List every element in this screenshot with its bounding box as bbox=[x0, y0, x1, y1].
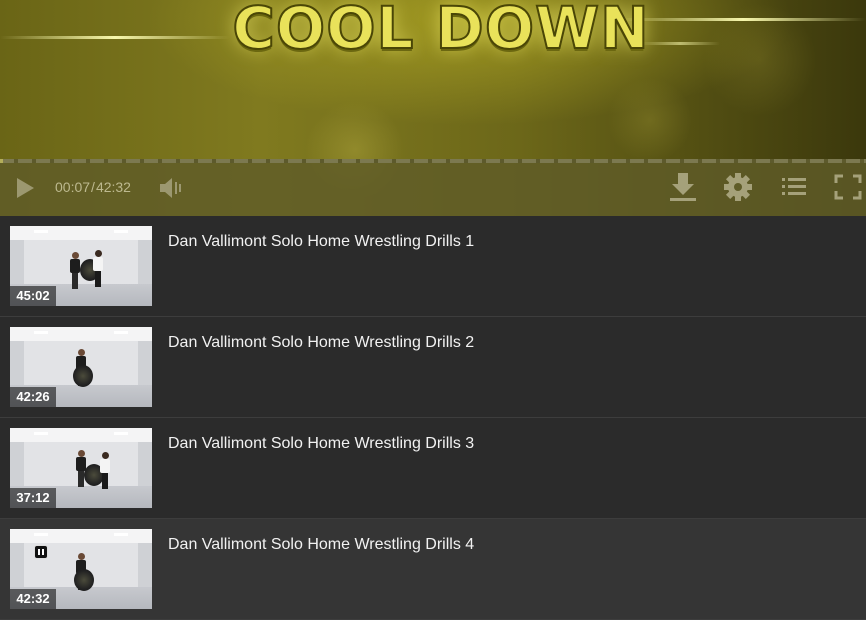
download-button[interactable] bbox=[668, 170, 698, 204]
playlist-item[interactable]: 42:26 Dan Vallimont Solo Home Wrestling … bbox=[0, 317, 866, 418]
thumbnail-person bbox=[70, 252, 80, 289]
video-thumbnail[interactable]: 42:26 bbox=[10, 327, 152, 407]
fullscreen-icon bbox=[834, 174, 862, 200]
playlist-item-active[interactable]: 42:32 Dan Vallimont Solo Home Wrestling … bbox=[0, 519, 866, 620]
playlist-item-title: Dan Vallimont Solo Home Wrestling Drills… bbox=[168, 334, 475, 351]
playlist-item-title: Dan Vallimont Solo Home Wrestling Drills… bbox=[168, 435, 475, 452]
thumbnail-ceiling bbox=[10, 327, 152, 342]
thumbnail-wall bbox=[138, 442, 152, 486]
thumbnail-lamp bbox=[114, 432, 128, 435]
thumbnail-lamp bbox=[34, 230, 48, 233]
thumbnail-ceiling bbox=[10, 529, 152, 544]
thumbnail-wall bbox=[10, 240, 24, 284]
thumbnail-lamp bbox=[114, 230, 128, 233]
thumbnail-lamp bbox=[34, 533, 48, 536]
thumbnail-wall bbox=[24, 240, 138, 284]
thumbnail-wall bbox=[10, 341, 24, 385]
playlist-item[interactable]: 45:02 Dan Vallimont Solo Home Wrestling … bbox=[0, 216, 866, 317]
volume-button[interactable] bbox=[157, 175, 185, 201]
progress-bar-fill bbox=[0, 159, 3, 163]
thumbnail-ceiling bbox=[10, 428, 152, 443]
playlist-button[interactable] bbox=[779, 173, 809, 201]
thumbnail-wall bbox=[138, 240, 152, 284]
video-duration: 37:12 bbox=[10, 488, 56, 508]
video-thumbnail[interactable]: 42:32 bbox=[10, 529, 152, 609]
video-duration: 45:02 bbox=[10, 286, 56, 306]
thumbnail-wall bbox=[138, 341, 152, 385]
progress-bar[interactable] bbox=[0, 159, 866, 163]
light-streak bbox=[0, 36, 230, 39]
playlist-item[interactable]: 37:12 Dan Vallimont Solo Home Wrestling … bbox=[0, 418, 866, 519]
video-duration: 42:26 bbox=[10, 387, 56, 407]
gear-icon bbox=[724, 173, 752, 201]
video-player[interactable]: COOL DOWN 00:07/42:32 bbox=[0, 0, 866, 216]
thumbnail-wall bbox=[138, 543, 152, 587]
thumbnail-person bbox=[100, 452, 110, 489]
fullscreen-button[interactable] bbox=[833, 173, 863, 201]
settings-button[interactable] bbox=[722, 171, 754, 203]
play-icon bbox=[17, 178, 34, 198]
thumbnail-lamp bbox=[34, 432, 48, 435]
thumbnail-lamp bbox=[114, 331, 128, 334]
pause-icon bbox=[34, 545, 48, 559]
thumbnail-wall bbox=[10, 442, 24, 486]
video-duration: 42:32 bbox=[10, 589, 56, 609]
thumbnail-dummy bbox=[73, 365, 93, 387]
volume-icon bbox=[160, 178, 181, 198]
video-banner-title: COOL DOWN bbox=[231, 0, 650, 63]
playlist-icon bbox=[782, 178, 806, 195]
light-streak bbox=[620, 18, 866, 21]
playlist-item-title: Dan Vallimont Solo Home Wrestling Drills… bbox=[168, 233, 475, 250]
download-icon bbox=[670, 173, 696, 201]
thumbnail-lamp bbox=[114, 533, 128, 536]
video-thumbnail[interactable]: 37:12 bbox=[10, 428, 152, 508]
thumbnail-ceiling bbox=[10, 226, 152, 241]
playlist: 45:02 Dan Vallimont Solo Home Wrestling … bbox=[0, 216, 866, 620]
time-display: 00:07/42:32 bbox=[55, 179, 131, 195]
current-time: 00:07 bbox=[55, 179, 91, 195]
thumbnail-dummy bbox=[74, 569, 94, 591]
thumbnail-person bbox=[93, 250, 103, 287]
video-thumbnail[interactable]: 45:02 bbox=[10, 226, 152, 306]
video-control-bar: 00:07/42:32 bbox=[0, 159, 866, 216]
thumbnail-wall bbox=[10, 543, 24, 587]
total-time: 42:32 bbox=[95, 179, 131, 195]
play-button[interactable] bbox=[12, 175, 38, 201]
playlist-item-title: Dan Vallimont Solo Home Wrestling Drills… bbox=[168, 536, 475, 553]
thumbnail-lamp bbox=[34, 331, 48, 334]
